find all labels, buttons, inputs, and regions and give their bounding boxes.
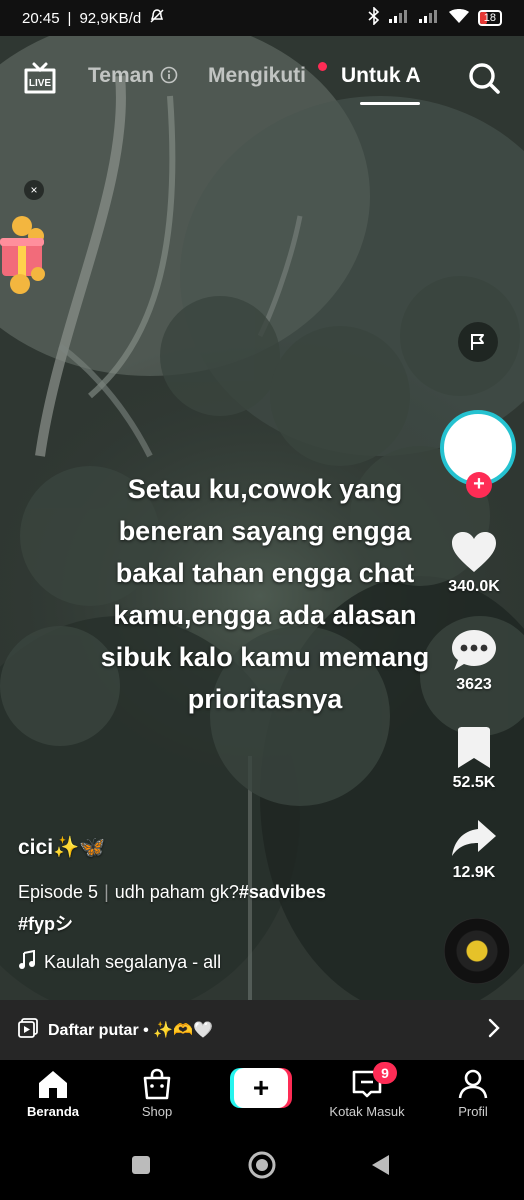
- tab-mengikuti-label: Mengikuti: [208, 64, 306, 87]
- battery-indicator: 18: [477, 10, 502, 26]
- comment-count: 3623: [456, 676, 492, 693]
- active-tab-indicator: [360, 102, 420, 105]
- caption-line: bakal tahan engga chat: [115, 558, 415, 588]
- shopping-bag-icon: [143, 1068, 171, 1100]
- status-speed: 92,9KB/d: [79, 9, 142, 27]
- like-button[interactable]: 340.0K: [434, 530, 514, 596]
- bottom-tab-bar: Beranda Shop + Kotak Masuk Profil: [0, 1060, 524, 1130]
- gift-close-button[interactable]: ×: [24, 180, 44, 200]
- report-button[interactable]: [458, 322, 498, 362]
- mute-icon: [149, 8, 165, 28]
- tab-profile[interactable]: Profil: [428, 1068, 518, 1119]
- follow-button[interactable]: +: [466, 472, 492, 498]
- playlist-icon: [18, 1017, 38, 1043]
- signal-icon: [388, 8, 410, 28]
- recent-apps-button[interactable]: [126, 1150, 156, 1180]
- caption-line: kamu,engga ada alasan: [113, 600, 417, 630]
- new-content-dot: [318, 62, 327, 71]
- share-count: 12.9K: [452, 864, 496, 881]
- close-icon: ×: [30, 183, 38, 197]
- comment-button[interactable]: 3623: [434, 628, 514, 694]
- music-note-icon: [18, 949, 36, 975]
- tab-home-label: Beranda: [26, 1104, 80, 1119]
- music-disc[interactable]: [444, 918, 510, 984]
- hashtag[interactable]: #sadvibes: [239, 882, 326, 902]
- search-icon: [469, 63, 500, 94]
- share-icon: [452, 820, 496, 856]
- status-separator: |: [67, 9, 72, 27]
- circle-icon: [248, 1151, 276, 1179]
- square-icon: [132, 1156, 150, 1174]
- flag-icon: [471, 334, 484, 350]
- status-bar: 20:45 | 92,9KB/d 18: [0, 0, 524, 36]
- home-icon: [39, 1071, 67, 1098]
- top-nav: LIVE Teman Mengikuti Untuk A: [0, 56, 524, 105]
- caption-line: sibuk kalo kamu memang: [100, 642, 430, 672]
- caption-line: Setau ku,cowok yang: [127, 474, 403, 504]
- caption-line: prioritasnya: [187, 684, 343, 714]
- tab-teman-label: Teman: [88, 64, 155, 87]
- wifi-icon: [448, 8, 470, 28]
- status-time: 20:45: [22, 9, 60, 27]
- inbox-badge: 9: [373, 1062, 397, 1084]
- chevron-right-icon: [486, 1016, 502, 1045]
- tab-untuk-anda[interactable]: Untuk A: [341, 64, 431, 88]
- tab-shop[interactable]: Shop: [112, 1068, 202, 1119]
- live-label: LIVE: [29, 78, 52, 89]
- tab-profile-label: Profil: [458, 1104, 488, 1119]
- home-system-button[interactable]: [247, 1150, 277, 1180]
- post-username[interactable]: cici✨🦋: [18, 836, 105, 860]
- save-count: 52.5K: [452, 774, 496, 791]
- system-nav-bar: [0, 1130, 524, 1200]
- gift-box-icon: [0, 216, 45, 294]
- music-info[interactable]: Kaulah segalanya - all: [18, 949, 222, 975]
- profile-icon: [458, 1069, 488, 1099]
- gift-widget[interactable]: [0, 212, 46, 298]
- separator: |: [104, 882, 109, 902]
- live-button[interactable]: LIVE: [22, 60, 58, 96]
- back-button[interactable]: [366, 1150, 396, 1180]
- playlist-bar[interactable]: Daftar putar • ✨🫶🤍: [0, 1000, 524, 1060]
- create-button[interactable]: +: [230, 1068, 292, 1108]
- creator-avatar-wrap: +: [440, 410, 516, 498]
- caption-line: beneran sayang engga: [118, 516, 412, 546]
- music-title: Kaulah segalanya - all: [44, 952, 222, 972]
- battery-level: 18: [483, 12, 496, 24]
- tab-teman[interactable]: Teman: [88, 64, 178, 88]
- info-icon: [160, 64, 178, 87]
- share-button[interactable]: 12.9K: [434, 816, 514, 882]
- signal-2-icon: [418, 8, 440, 28]
- save-button[interactable]: 52.5K: [434, 726, 514, 792]
- description-text: udh paham gk?: [114, 882, 239, 902]
- create-plus-icon: +: [230, 1068, 292, 1108]
- video-caption: Setau ku,cowok yang beneran sayang engga…: [70, 468, 460, 720]
- hashtag[interactable]: #fypシ: [18, 914, 73, 934]
- back-triangle-icon: [372, 1155, 389, 1175]
- heart-icon: [452, 532, 496, 572]
- playlist-label: Daftar putar • ✨🫶🤍: [48, 1022, 213, 1039]
- create-label: +: [253, 1072, 269, 1103]
- bookmark-icon: [458, 727, 490, 768]
- comment-icon: [452, 630, 496, 670]
- tab-mengikuti[interactable]: Mengikuti: [208, 64, 306, 88]
- search-button[interactable]: [466, 60, 502, 96]
- like-count: 340.0K: [448, 578, 500, 595]
- episode-label[interactable]: Episode 5: [18, 882, 98, 902]
- tab-inbox-label: Kotak Masuk: [329, 1104, 405, 1119]
- tab-shop-label: Shop: [141, 1104, 173, 1119]
- post-description: Episode 5 | udh paham gk?#sadvibes #fypシ: [18, 876, 438, 940]
- bluetooth-icon: [368, 6, 380, 29]
- tab-inbox[interactable]: Kotak Masuk: [322, 1068, 412, 1119]
- tab-untuk-anda-label: Untuk A: [341, 64, 421, 87]
- live-icon: LIVE: [24, 62, 56, 94]
- tab-home[interactable]: Beranda: [8, 1068, 98, 1119]
